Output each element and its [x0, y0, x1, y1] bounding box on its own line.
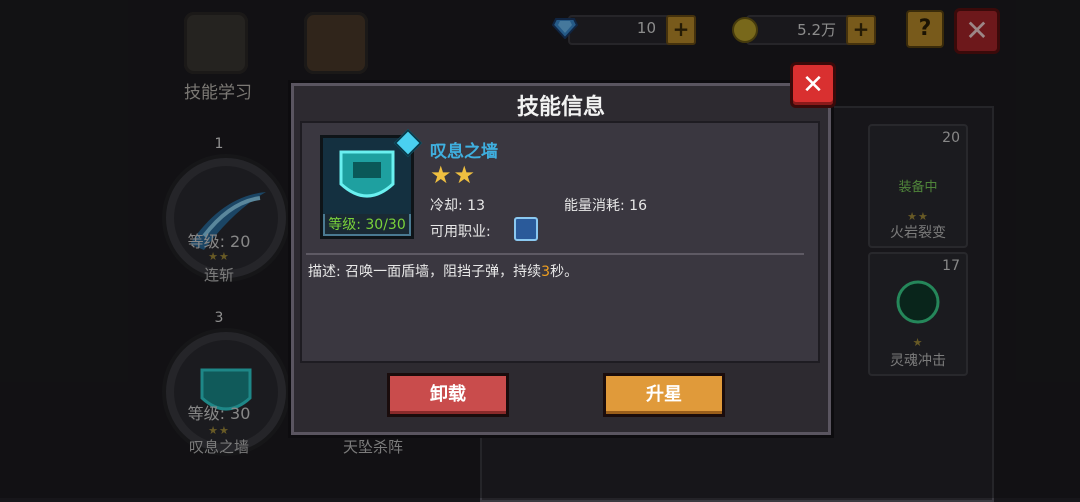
skill-info-dialog: 技能信息 等级: 30/30 叹息之墙 ★★ 冷却: 13 能量消耗: 16 可… [288, 80, 834, 438]
cooldown-stat: 冷却: 13 [430, 198, 485, 214]
skill-name: 叹息之墙 [430, 142, 498, 162]
skill-level: 等级: 30/30 [328, 217, 406, 233]
description-text: 描述: 召唤一面盾墙，阻挡子弹，持续 [308, 264, 542, 280]
dialog-title: 技能信息 [516, 95, 605, 120]
class-label: 可用职业: [430, 224, 491, 240]
description-text-end: 秒。 [550, 264, 579, 280]
skill-icon-frame: 等级: 30/30 [320, 135, 414, 239]
upstar-button[interactable]: 升星 [603, 373, 725, 417]
unload-button[interactable]: 卸载 [387, 373, 509, 417]
close-dialog-button[interactable]: ✕ [790, 62, 836, 108]
divider [306, 253, 804, 255]
shield-wall-icon [323, 138, 411, 214]
skill-stars: ★★ [430, 161, 478, 189]
skill-detail-panel: 等级: 30/30 叹息之墙 ★★ 冷却: 13 能量消耗: 16 可用职业: … [300, 121, 820, 363]
energy-cost-stat: 能量消耗: 16 [564, 198, 647, 214]
class-icon [514, 217, 538, 241]
skill-description: 描述: 召唤一面盾墙，阻挡子弹，持续3秒。 [308, 261, 808, 281]
description-duration: 3 [541, 264, 551, 280]
